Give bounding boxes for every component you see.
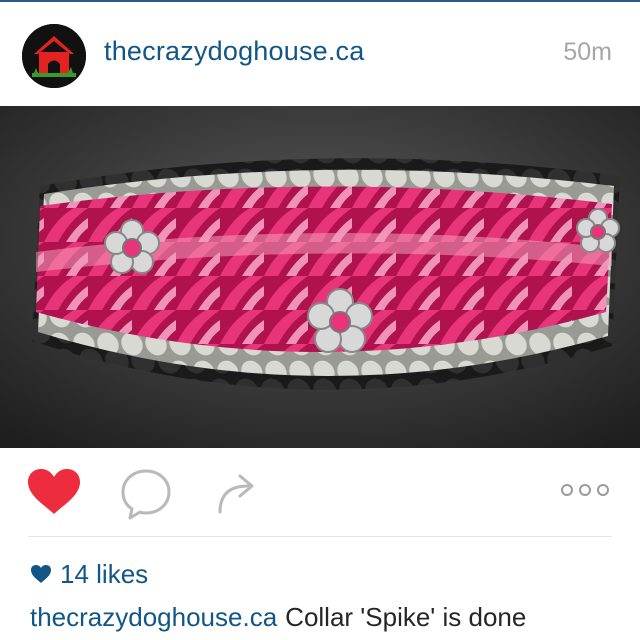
- share-arrow-icon: [218, 474, 254, 514]
- post-username[interactable]: thecrazydoghouse.ca: [104, 36, 364, 67]
- comment-button[interactable]: [120, 468, 172, 520]
- avatar[interactable]: [22, 24, 86, 88]
- share-button[interactable]: [214, 468, 262, 516]
- post-header: thecrazydoghouse.ca 50m: [0, 2, 640, 106]
- action-bar: [0, 448, 640, 538]
- caption-username[interactable]: thecrazydoghouse.ca: [30, 602, 277, 632]
- doghouse-logo-icon: [22, 24, 86, 88]
- ellipsis-icon: [561, 484, 609, 496]
- heart-icon: [28, 469, 80, 514]
- post-caption: thecrazydoghouse.ca Collar 'Spike' is don…: [30, 602, 630, 640]
- likes-row[interactable]: 14 likes: [30, 558, 148, 590]
- post-photo[interactable]: [0, 106, 640, 448]
- likes-count[interactable]: 14 likes: [60, 559, 148, 590]
- speech-bubble-icon: [121, 469, 171, 520]
- small-heart-icon: [31, 565, 51, 583]
- braided-collar-image: [0, 106, 640, 448]
- like-button[interactable]: [26, 468, 82, 516]
- divider: [28, 536, 612, 537]
- caption-text: Collar 'Spike' is done: [285, 602, 527, 632]
- more-options-button[interactable]: [560, 482, 610, 498]
- post-timestamp: 50m: [563, 38, 612, 66]
